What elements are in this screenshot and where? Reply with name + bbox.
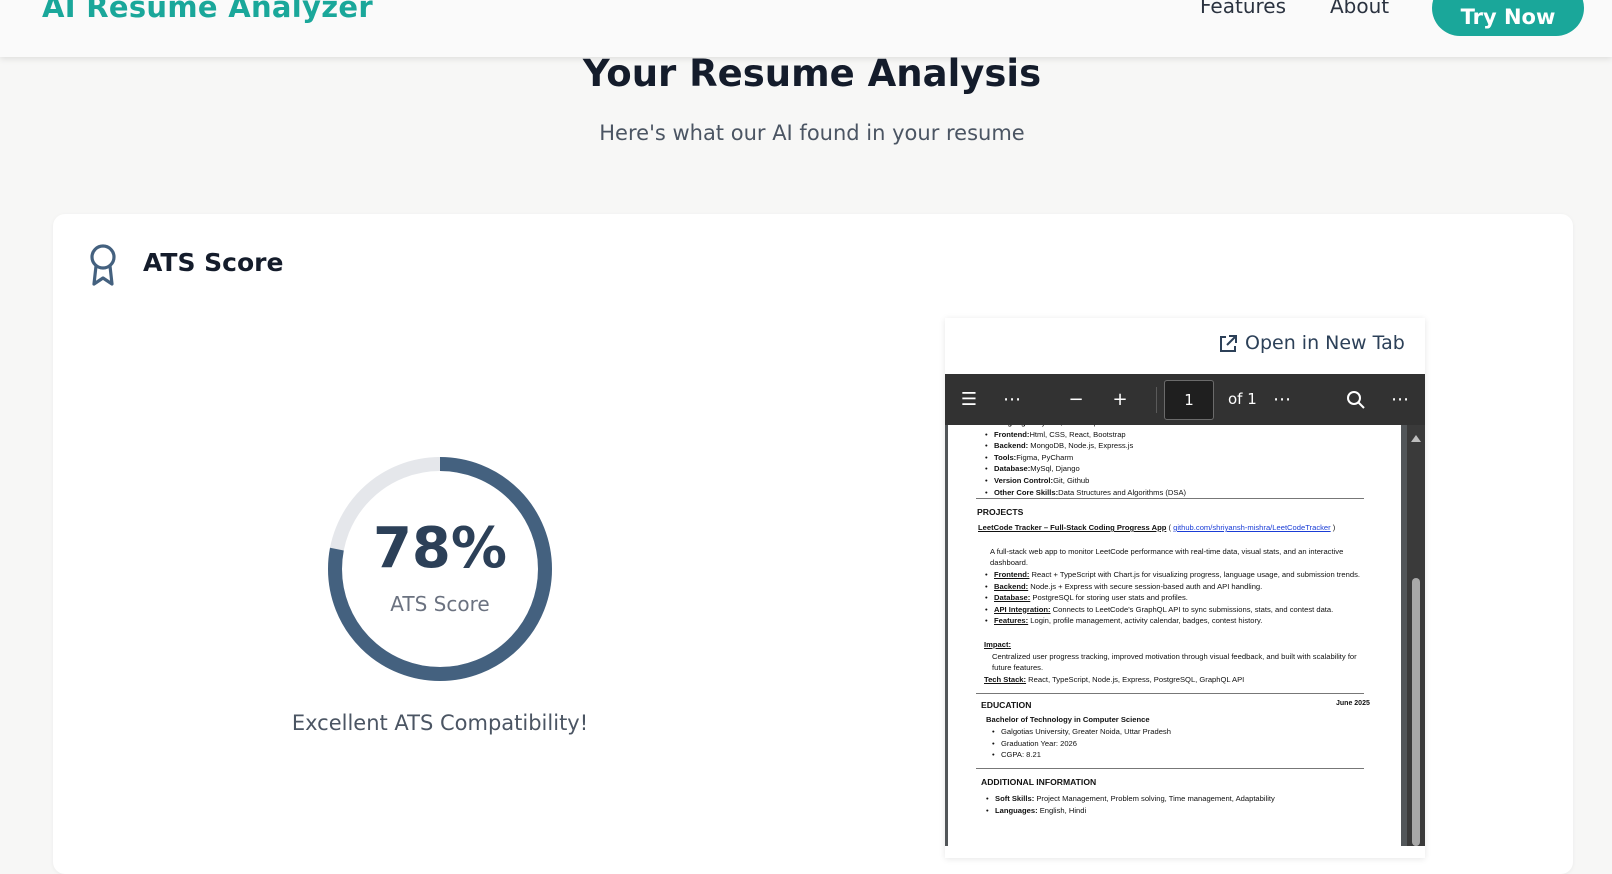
degree: Bachelor of Technology in Computer Scien… <box>986 715 1150 724</box>
project-points: Frontend: React + TypeScript with Chart.… <box>985 569 1360 627</box>
tech-stack-line: Tech Stack: React, TypeScript, Node.js, … <box>984 674 1244 686</box>
education-heading: EDUCATION <box>981 700 1032 710</box>
skill-value: Figma, PyCharm <box>1016 452 1074 462</box>
try-now-label: Try Now <box>1460 5 1556 29</box>
tech-stack-value: React, TypeScript, Node.js, Express, Pos… <box>1026 675 1245 684</box>
project-point-item: Backend: Node.js + Express with secure s… <box>985 581 1360 593</box>
project-point-value: PostgreSQL for storing user stats and pr… <box>1030 593 1188 603</box>
project-link[interactable]: github.com/shriyansh-mishra/LeetCodeTrac… <box>1173 523 1331 532</box>
section-divider <box>976 498 1364 499</box>
external-link-icon[interactable] <box>1218 334 1238 354</box>
skill-value: Python, JavaScript <box>1037 425 1100 427</box>
zoom-in-icon[interactable]: + <box>1107 374 1133 425</box>
nav-features-link[interactable]: Features <box>1200 0 1286 18</box>
skill-item: Frontend:Html, CSS, React, Bootstrap <box>985 429 1186 441</box>
award-icon <box>90 244 116 286</box>
projects-heading: PROJECTS <box>977 507 1024 517</box>
education-date: June 2025 <box>1336 700 1370 707</box>
project-point-item: Frontend: React + TypeScript with Chart.… <box>985 569 1360 581</box>
additional-point-label: Soft Skills: <box>995 794 1035 803</box>
project-desc-2: dashboard. <box>990 558 1028 567</box>
more-options-icon[interactable]: ⋯ <box>997 374 1027 425</box>
tech-stack-label: Tech Stack: <box>984 675 1027 684</box>
section-divider-2 <box>976 693 1364 694</box>
skill-value: Data Structures and Algorithms (DSA) <box>1058 487 1187 497</box>
section-divider-3 <box>976 768 1364 769</box>
additional-point-value: English, Hindi <box>1037 805 1087 815</box>
skill-label: Tools: <box>994 452 1017 462</box>
skill-item: Version Control:Git, Github <box>985 475 1186 487</box>
skill-value: MySql, Django <box>1030 464 1080 474</box>
pdf-viewport[interactable]: Languages:Python, JavaScriptFrontend:Htm… <box>945 425 1425 846</box>
page-title: Your Resume Analysis <box>582 52 1042 95</box>
skill-label: Database: <box>994 464 1031 474</box>
project-title-line: LeetCode Tracker – Full-Stack Coding Pro… <box>978 523 1336 532</box>
search-icon[interactable] <box>1341 374 1371 425</box>
open-in-new-tab-link[interactable]: Open in New Tab <box>1245 332 1405 354</box>
ats-score-label: ATS Score <box>390 592 490 616</box>
more-options-icon-3[interactable]: ⋯ <box>1385 374 1415 425</box>
skill-value: Git, Github <box>1053 475 1090 485</box>
impact-label: Impact: <box>984 640 1012 649</box>
nav-about-link[interactable]: About <box>1330 0 1389 18</box>
project-point-value: Login, profile management, activity cale… <box>1028 616 1263 626</box>
ats-score-caption: Excellent ATS Compatibility! <box>291 711 589 735</box>
ats-score-value: 78% <box>372 516 508 581</box>
page-number-input[interactable]: 1 <box>1164 380 1214 420</box>
pdf-toolbar: ☰ ⋯ − + 1 of 1 ⋯ ⋯ <box>945 374 1425 425</box>
additional-points: Soft Skills: Project Management, Problem… <box>986 793 1275 816</box>
try-now-button[interactable]: Try Now <box>1432 0 1584 36</box>
project-point-label: Backend: <box>994 581 1029 591</box>
skill-label: Version Control: <box>994 475 1054 485</box>
skill-item: Tools:Figma, PyCharm <box>985 452 1186 464</box>
skill-value: Html, CSS, React, Bootstrap <box>1029 429 1126 439</box>
outline-list-icon[interactable]: ☰ <box>955 374 983 425</box>
impact-line-1: Centralized user progress tracking, impr… <box>992 652 1357 661</box>
pdf-scrollbar[interactable] <box>1407 425 1425 846</box>
top-navbar: AI Resume Analyzer Features About Try No… <box>0 0 1612 57</box>
skills-list: Languages:Python, JavaScript Frontend:Htm… <box>985 425 1186 498</box>
skill-item: Backend: MongoDB, Node.js, Express.js <box>985 440 1186 452</box>
skill-label: Backend: <box>994 441 1029 451</box>
toolbar-divider <box>1156 387 1157 413</box>
project-point-label: Frontend: <box>994 570 1030 579</box>
skill-item: Database:MySql, Django <box>985 463 1186 475</box>
project-point-value: Connects to LeetCode's GraphQL API to sy… <box>1050 604 1334 614</box>
skill-label: Languages: <box>994 425 1037 427</box>
project-point-value: Node.js + Express with secure session-ba… <box>1028 581 1263 591</box>
project-point-item: API Integration: Connects to LeetCode's … <box>985 604 1360 616</box>
education-point: Graduation Year: 2026 <box>992 738 1171 750</box>
project-point-label: API Integration: <box>994 604 1051 614</box>
zoom-out-icon[interactable]: − <box>1063 374 1089 425</box>
additional-heading: ADDITIONAL INFORMATION <box>981 777 1097 787</box>
additional-point-label: Languages: <box>995 805 1038 815</box>
ats-section-title: ATS Score <box>143 248 284 277</box>
education-point: Galgotias University, Greater Noida, Utt… <box>992 726 1171 738</box>
more-options-icon-2[interactable]: ⋯ <box>1267 374 1297 425</box>
project-point-value: React + TypeScript with Chart.js for vis… <box>1029 570 1361 579</box>
scroll-up-icon[interactable] <box>1411 435 1421 442</box>
skill-label: Frontend: <box>994 429 1030 439</box>
skill-label: Other Core Skills: <box>994 487 1059 497</box>
scroll-thumb[interactable] <box>1412 578 1420 846</box>
education-points: Galgotias University, Greater Noida, Utt… <box>992 726 1171 761</box>
brand-logo-text[interactable]: AI Resume Analyzer <box>42 0 373 24</box>
project-point-label: Database: <box>994 593 1031 603</box>
skill-item: Other Core Skills:Data Structures and Al… <box>985 487 1186 499</box>
additional-point-item: Soft Skills: Project Management, Problem… <box>986 793 1275 805</box>
project-point-item: Features: Login, profile management, act… <box>985 615 1360 627</box>
resume-pdf-page: Languages:Python, JavaScriptFrontend:Htm… <box>948 425 1401 846</box>
page-subtitle: Here's what our AI found in your resume <box>599 121 1025 145</box>
project-desc-1: A full-stack web app to monitor LeetCode… <box>990 547 1344 556</box>
skill-value: MongoDB, Node.js, Express.js <box>1028 441 1134 451</box>
impact-line-2: future features. <box>992 663 1044 672</box>
additional-point-value: Project Management, Problem solving, Tim… <box>1034 794 1275 803</box>
project-title: LeetCode Tracker – Full-Stack Coding Pro… <box>978 523 1167 532</box>
education-point: CGPA: 8.21 <box>992 749 1171 761</box>
project-point-label: Features: <box>994 616 1029 626</box>
page-count: of 1 <box>1228 390 1257 408</box>
project-point-item: Database: PostgreSQL for storing user st… <box>985 592 1360 604</box>
additional-point-item: Languages: English, Hindi <box>986 805 1275 817</box>
